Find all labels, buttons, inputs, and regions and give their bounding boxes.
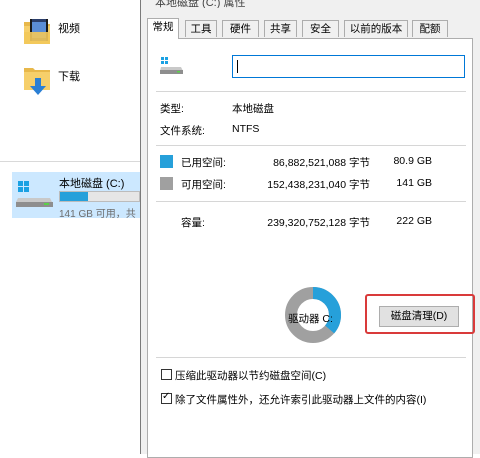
- free-space-gb: 141 GB: [396, 177, 432, 189]
- divider: [156, 357, 466, 358]
- drive-usage-fill: [60, 192, 89, 201]
- disk-cleanup-button[interactable]: 磁盘清理(D): [379, 306, 459, 327]
- drive-free-text: 141 GB 可用，共: [59, 209, 136, 220]
- file-explorer: 视频 下载 本地磁盘 (C:) 141 GB 可用，共: [0, 0, 140, 445]
- tab-hardware[interactable]: 硬件: [222, 20, 259, 37]
- folder-item-downloads[interactable]: 下载: [22, 62, 80, 103]
- drive-usage-bar: [59, 191, 140, 202]
- drive-icon: [160, 55, 184, 78]
- tab-sharing[interactable]: 共享: [264, 20, 297, 37]
- used-space-label: 已用空间:: [181, 157, 226, 169]
- index-label: 除了文件属性外，还允许索引此驱动器上文件的内容(I): [175, 394, 427, 406]
- used-space-gb: 80.9 GB: [393, 155, 432, 167]
- tab-quota[interactable]: 配额: [412, 20, 448, 37]
- drive-icon: [15, 178, 54, 211]
- check-mark-icon: ✓: [162, 391, 171, 402]
- free-space-swatch: [160, 177, 173, 190]
- tab-general[interactable]: 常规: [147, 18, 179, 39]
- tab-strip: 常规 工具 硬件 共享 安全 以前的版本 配额: [147, 18, 479, 39]
- filesystem-value: NTFS: [232, 123, 260, 135]
- tab-security[interactable]: 安全: [302, 20, 339, 37]
- filesystem-label: 文件系统:: [160, 125, 205, 137]
- drive-name-input[interactable]: [232, 55, 465, 78]
- tab-previous-versions[interactable]: 以前的版本: [344, 20, 408, 37]
- text-caret: [237, 60, 238, 73]
- divider: [156, 201, 466, 202]
- divider: [156, 91, 466, 92]
- title-bar: 本地磁盘 (C:) 属性: [149, 0, 479, 8]
- free-space-bytes: 152,438,231,040 字节: [267, 179, 370, 191]
- folder-label: 视频: [58, 23, 80, 35]
- general-panel: 类型: 本地磁盘 文件系统: NTFS 已用空间: 86,882,521,088…: [147, 38, 475, 458]
- capacity-gb: 222 GB: [396, 215, 432, 227]
- type-label: 类型:: [160, 103, 184, 115]
- properties-dialog: 本地磁盘 (C:) 属性 常规 工具 硬件 共享 安全 以前的版本 配额 类型:…: [140, 0, 480, 458]
- capacity-label: 容量:: [181, 217, 205, 229]
- used-space-swatch: [160, 155, 173, 168]
- capacity-bytes: 239,320,752,128 字节: [267, 217, 370, 229]
- compress-label: 压缩此驱动器以节约磁盘空间(C): [175, 370, 327, 382]
- dialog-title: 本地磁盘 (C:) 属性: [155, 0, 246, 8]
- compress-checkbox[interactable]: [161, 369, 172, 380]
- type-value: 本地磁盘: [232, 103, 274, 115]
- tab-tools[interactable]: 工具: [185, 20, 217, 37]
- download-folder-icon: [22, 62, 52, 103]
- used-space-bytes: 86,882,521,088 字节: [273, 157, 370, 169]
- index-checkbox[interactable]: ✓: [161, 391, 172, 404]
- video-folder-icon: [22, 14, 52, 51]
- divider: [156, 145, 466, 146]
- folder-item-videos[interactable]: 视频: [22, 14, 80, 51]
- folder-label: 下载: [58, 71, 80, 83]
- free-space-label: 可用空间:: [181, 179, 226, 191]
- drive-item-c[interactable]: 本地磁盘 (C:) 141 GB 可用，共: [12, 172, 140, 220]
- divider: [0, 161, 140, 162]
- drive-label: 驱动器 C:: [288, 313, 333, 325]
- drive-name: 本地磁盘 (C:): [59, 178, 125, 190]
